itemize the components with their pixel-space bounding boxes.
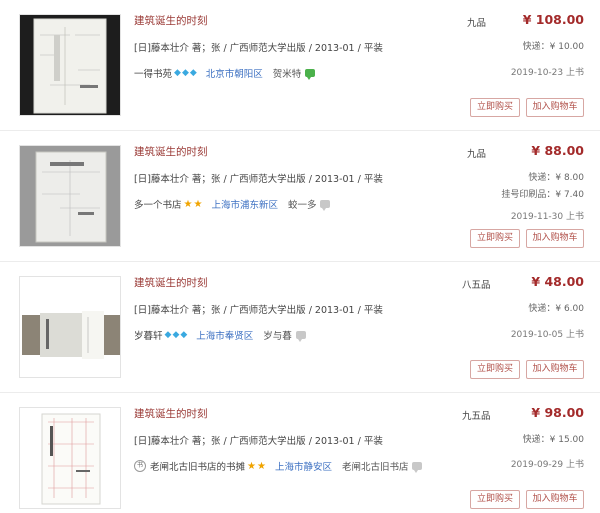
listing-date: 2019-09-29 上书 [510,460,584,470]
customer-service-name[interactable]: 老闸北古旧书店 [342,459,409,473]
add-to-cart-button[interactable]: 加入购物车 [526,490,584,509]
diamond-badge-icon: ◆ [172,330,180,340]
book-price: ¥ 98.00 [531,405,584,420]
buy-now-button[interactable]: 立即购买 [470,98,520,117]
shop-location: 上海市浦东新区 [211,200,278,211]
chat-icon[interactable] [295,331,306,342]
diamond-badge-icon: ◆ [181,68,189,78]
registered-mail-fee: 挂号印刷品：¥ 7.40 [501,190,584,200]
shipping-fee: 快递：¥ 6.00 [528,304,584,314]
book-price: ¥ 108.00 [522,12,584,27]
listing-item: 建筑诞生的时刻 [日]藤本壮介 著；张 / 广西师范大学出版 / 2013-01… [0,262,600,393]
listing-date: 2019-10-23 上书 [510,68,584,78]
book-condition: 八五品 [462,280,491,291]
add-to-cart-button[interactable]: 加入购物车 [526,229,584,248]
star-rating-icon: ★ [193,198,203,210]
listing-date: 2019-10-05 上书 [510,330,584,340]
shop-location: 上海市奉贤区 [196,331,254,342]
book-meta: [日]藤本壮介 著；张 / 广西师范大学出版 / 2013-01 / 平装 [134,436,383,447]
listing-item: 建筑诞生的时刻 [日]藤本壮介 著；张 / 广西师范大学出版 / 2013-01… [0,0,600,131]
book-cover-image[interactable] [19,145,121,247]
listing-item: 建筑诞生的时刻 [日]藤本壮介 著；张 / 广西师范大学出版 / 2013-01… [0,131,600,262]
add-to-cart-button[interactable]: 加入购物车 [526,360,584,379]
chat-icon[interactable] [412,462,423,473]
buy-now-button[interactable]: 立即购买 [470,360,520,379]
shop-name-link[interactable]: 一得书苑 [134,66,172,80]
book-cover-image[interactable] [19,407,121,509]
star-rating-icon: ★ [247,460,256,472]
shipping-fee: 快递：¥ 15.00 [522,435,584,445]
book-cover-image[interactable] [19,276,121,378]
shipping-fee: 快递：¥ 8.00 [528,173,584,183]
diamond-badge-icon: ◆ [189,68,197,78]
buy-now-button[interactable]: 立即购买 [470,490,520,509]
customer-service-name[interactable]: 岁与暮 [263,328,292,342]
shop-location: 上海市静安区 [274,462,332,473]
star-rating-icon: ★ [183,198,193,210]
seller-row: 一得书苑 ◆ ◆ ◆ 北京市朝阳区 贺米特 [134,66,316,80]
shop-location: 北京市朝阳区 [205,69,263,80]
add-to-cart-button[interactable]: 加入购物车 [526,98,584,117]
shipping-fee: 快递：¥ 10.00 [522,42,584,52]
book-title-link[interactable]: 建筑诞生的时刻 [134,144,208,159]
chat-icon[interactable] [305,69,316,80]
shop-name-link[interactable]: 岁暮轩 [134,328,163,342]
book-price: ¥ 88.00 [531,143,584,158]
star-rating-icon: ★ [256,460,266,472]
buy-now-button[interactable]: 立即购买 [470,229,520,248]
diamond-badge-icon: ◆ [164,330,172,340]
listing-item: 建筑诞生的时刻 [日]藤本壮介 著；张 / 广西师范大学出版 / 2013-01… [0,393,600,513]
chat-icon[interactable] [320,200,331,211]
book-meta: [日]藤本壮介 著；张 / 广西师范大学出版 / 2013-01 / 平装 [134,305,383,316]
book-meta: [日]藤本壮介 著；张 / 广西师范大学出版 / 2013-01 / 平装 [134,174,383,185]
shop-name-link[interactable]: 多一个书店 [134,197,182,211]
seller-row: 书 老闸北古旧书店的书摊 ★ ★ 上海市静安区 老闸北古旧书店 [134,459,423,473]
customer-service-name[interactable]: 蛟一多 [288,197,317,211]
book-condition: 九五品 [462,411,491,422]
diamond-badge-icon: ◆ [174,68,181,78]
book-title-link[interactable]: 建筑诞生的时刻 [134,13,208,28]
customer-service-name[interactable]: 贺米特 [273,66,302,80]
book-price: ¥ 48.00 [531,274,584,289]
seller-row: 多一个书店 ★ ★ 上海市浦东新区 蛟一多 [134,197,331,211]
book-title-link[interactable]: 建筑诞生的时刻 [134,406,208,421]
shop-avatar-icon: 书 [134,460,146,472]
book-title-link[interactable]: 建筑诞生的时刻 [134,275,208,290]
listing-date: 2019-11-30 上书 [510,212,584,222]
book-condition: 九品 [467,18,487,29]
diamond-badge-icon: ◆ [180,330,188,340]
book-meta: [日]藤本壮介 著；张 / 广西师范大学出版 / 2013-01 / 平装 [134,43,383,54]
book-cover-image[interactable] [19,14,121,116]
shop-name-link[interactable]: 老闸北古旧书店的书摊 [150,459,245,473]
seller-row: 岁暮轩 ◆ ◆ ◆ 上海市奉贤区 岁与暮 [134,328,306,342]
book-condition: 九品 [467,149,487,160]
